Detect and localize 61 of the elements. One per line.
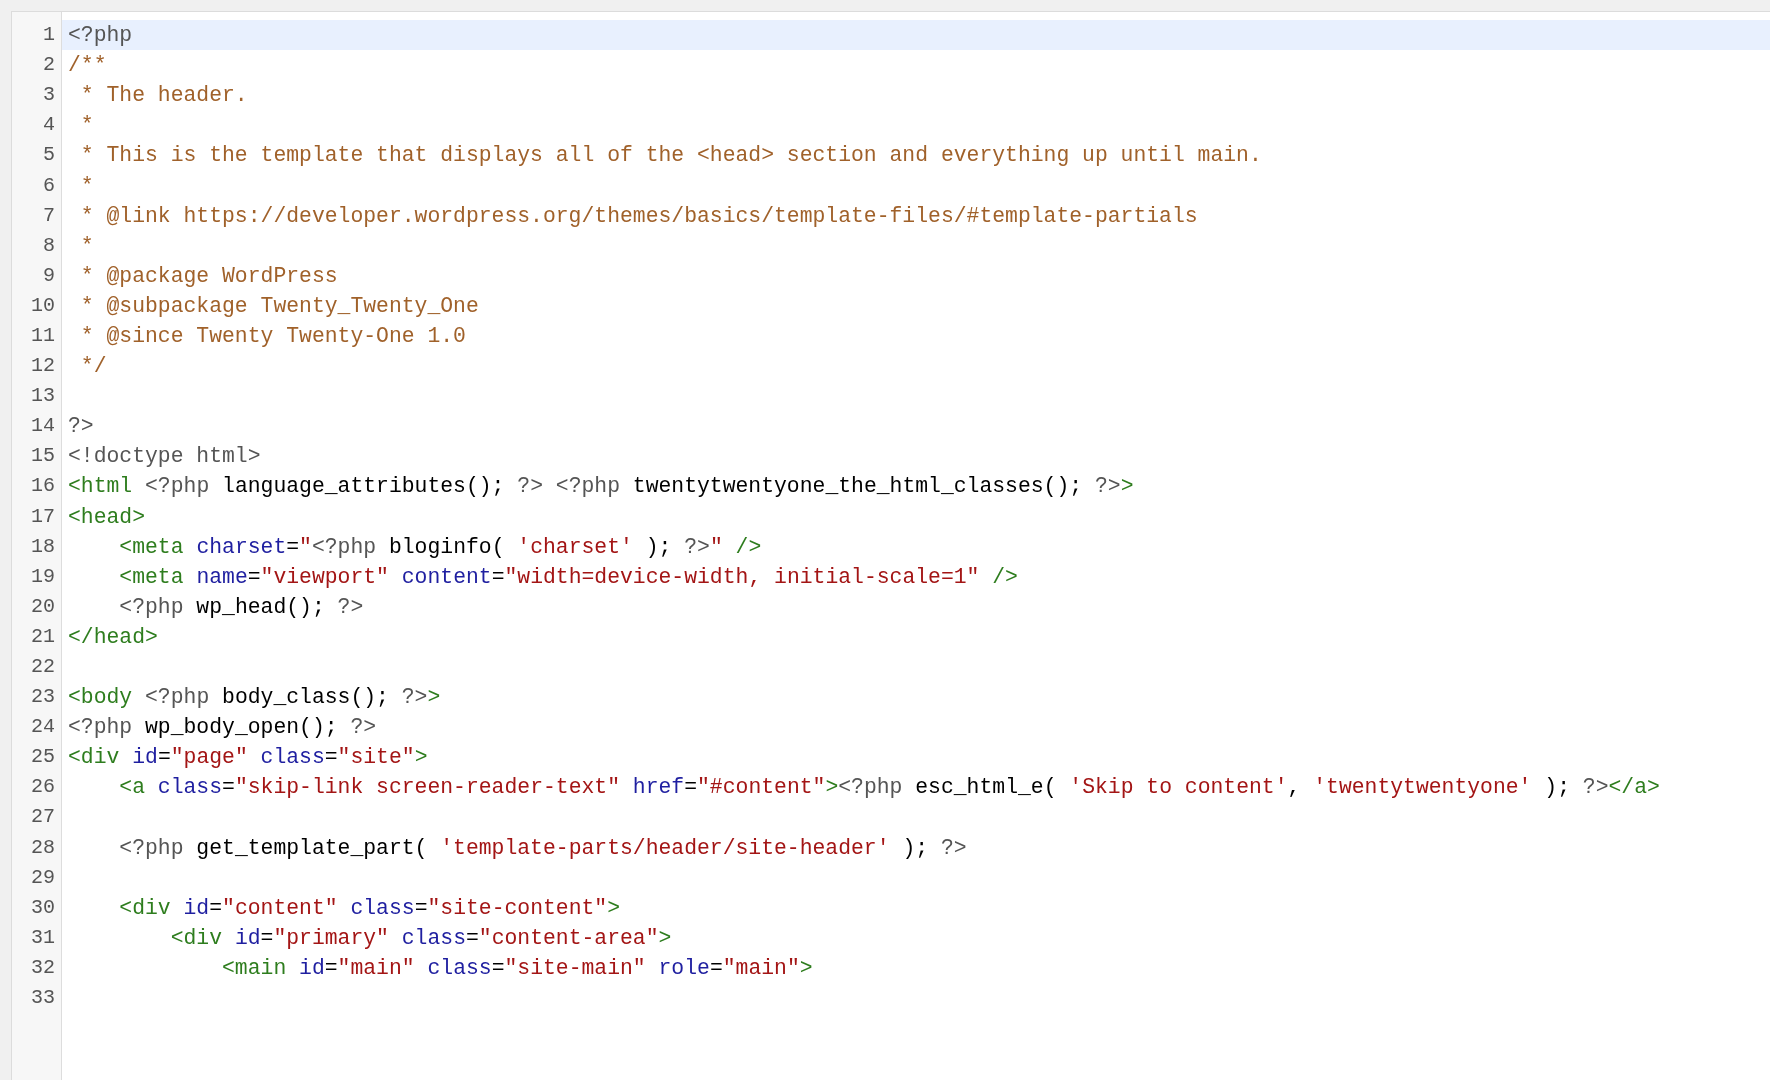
line-number: 26 bbox=[31, 774, 55, 801]
code-line: <meta charset="<?php bloginfo( 'charset' ); ?>" /> bbox=[118, 533, 762, 561]
code-line: /** bbox=[68, 52, 107, 80]
code-line: <!doctype html> bbox=[68, 443, 261, 471]
line-number: 14 bbox=[31, 413, 55, 440]
line-number: 19 bbox=[31, 563, 55, 590]
line-number: 32 bbox=[31, 954, 55, 981]
code-line: <body <?php body_class(); ?>> bbox=[68, 684, 441, 712]
code-line: <?php get_template_part( 'template-parts/header/site-header' ); ?> bbox=[118, 834, 967, 862]
line-number: 12 bbox=[31, 353, 55, 380]
code-line: <?php wp_head(); ?> bbox=[118, 593, 364, 621]
code-line: <?php bbox=[68, 22, 133, 50]
code-line: ?> bbox=[68, 413, 94, 441]
line-number: 18 bbox=[31, 533, 55, 560]
code-line: * bbox=[79, 232, 94, 260]
line-number: 20 bbox=[31, 593, 55, 620]
line-number: 8 bbox=[43, 232, 55, 259]
line-number: 5 bbox=[43, 142, 55, 169]
code-line: </head> bbox=[68, 623, 158, 651]
code-line: */ bbox=[79, 353, 107, 381]
code-line: * bbox=[79, 112, 94, 140]
line-number: 27 bbox=[31, 804, 55, 831]
code-line: * @since Twenty Twenty-One 1.0 bbox=[79, 323, 466, 350]
line-number: 1 bbox=[43, 22, 55, 49]
line-number: 28 bbox=[31, 834, 55, 861]
line-number: 24 bbox=[31, 714, 55, 741]
line-number: 17 bbox=[31, 503, 55, 530]
line-number: 15 bbox=[31, 443, 55, 470]
code-line: <?php wp_body_open(); ?> bbox=[68, 714, 377, 742]
line-number: 23 bbox=[31, 684, 55, 711]
code-line: <div id="page" class="site"> bbox=[68, 744, 428, 772]
line-number: 2 bbox=[43, 52, 55, 79]
line-number: 3 bbox=[43, 82, 55, 109]
code-line: <html <?php language_attributes(); ?> <?php twentytwentyone_the_html_classes(); ?>> bbox=[68, 473, 1134, 501]
line-number: 13 bbox=[31, 383, 55, 410]
line-number: 21 bbox=[31, 623, 55, 650]
code-line: * The header. bbox=[79, 82, 248, 110]
line-number: 30 bbox=[31, 894, 55, 921]
code-line: <div id="primary" class="content-area"> bbox=[169, 924, 672, 952]
code-line: * @package WordPress bbox=[79, 262, 338, 290]
line-number: 7 bbox=[43, 202, 55, 229]
line-number: 31 bbox=[31, 924, 55, 951]
line-number: 29 bbox=[31, 864, 55, 891]
line-number: 4 bbox=[43, 112, 55, 139]
code-line: * @link https://developer.wordpress.org/themes/basics/template-files/#template-partials bbox=[79, 202, 1198, 230]
code-line: * @subpackage Twenty_Twenty_One bbox=[79, 292, 479, 320]
line-number: 6 bbox=[43, 172, 55, 199]
line-number: 16 bbox=[31, 473, 55, 500]
line-number: 25 bbox=[31, 744, 55, 771]
line-number: 33 bbox=[31, 985, 55, 1012]
line-number: 9 bbox=[43, 262, 55, 289]
line-number: 10 bbox=[31, 292, 55, 319]
code-line: <head> bbox=[68, 503, 146, 531]
line-number: 11 bbox=[31, 323, 55, 349]
code-line: <meta name="viewport" content="width=device-width, initial-scale=1" /> bbox=[118, 563, 1018, 591]
code-line: <div id="content" class="site-content"> bbox=[118, 894, 621, 922]
line-number: 22 bbox=[31, 654, 55, 680]
code-line: <a class="skip-link screen-reader-text" href="#content"><?php esc_html_e( 'Skip to content', 'twentytwentyone' ); ?></a> bbox=[118, 774, 1660, 802]
code-line: * bbox=[79, 172, 94, 200]
code-line: * This is the template that displays all of the <head> section and everything up until main. bbox=[79, 142, 1262, 170]
code-line: <main id="main" class="site-main" role="main"> bbox=[221, 954, 813, 982]
